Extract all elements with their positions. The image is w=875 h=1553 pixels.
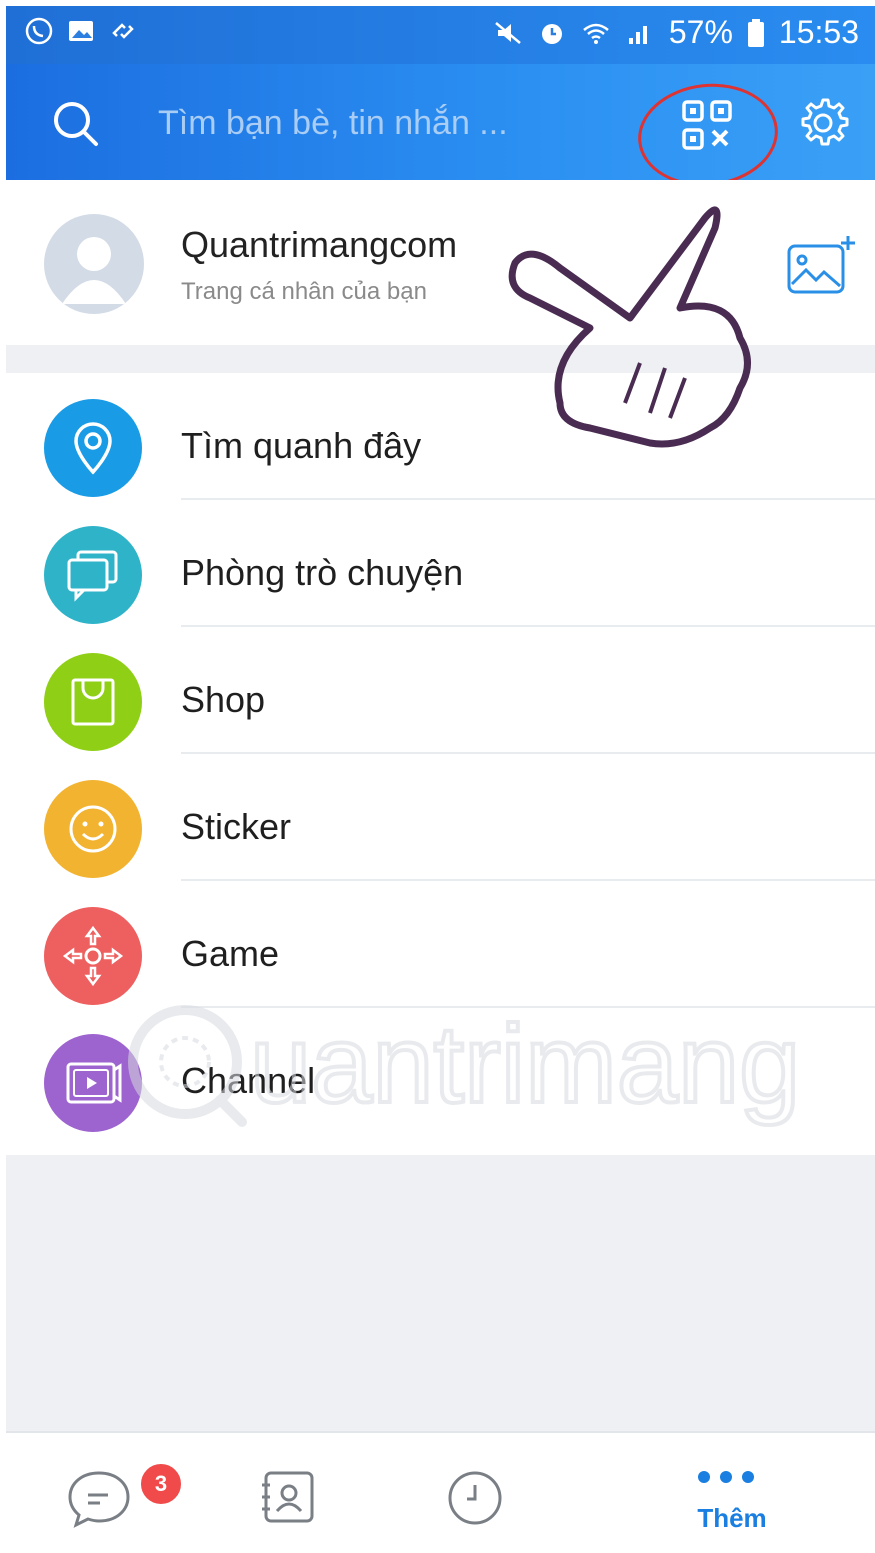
more-dots-icon — [698, 1471, 754, 1483]
wifi-icon — [583, 23, 609, 44]
alarm-icon — [541, 23, 562, 44]
tab-contacts[interactable] — [206, 1433, 376, 1553]
video-channel-icon — [44, 1034, 142, 1132]
menu-label: Tìm quanh đây — [181, 425, 422, 466]
battery-icon — [747, 18, 764, 47]
clock-icon — [448, 1471, 502, 1525]
smiley-icon — [44, 780, 142, 878]
profile-subtitle: Trang cá nhân của bạn — [181, 278, 427, 305]
menu-item-channel[interactable]: Channel — [6, 1008, 875, 1135]
battery-percent: 57% — [668, 14, 733, 50]
menu-label: Sticker — [181, 806, 292, 847]
shopping-bag-icon — [44, 653, 142, 751]
menu-label: Game — [181, 933, 280, 974]
default-avatar-icon — [62, 237, 126, 304]
status-bar-notifications — [24, 16, 138, 46]
menu-label: Phòng trò chuyện — [181, 552, 464, 593]
clock: 15:53 — [778, 14, 859, 50]
add-photo-icon[interactable] — [786, 234, 856, 296]
menu-item-game[interactable]: Game — [6, 881, 875, 1008]
status-bar: 57% 15:53 — [6, 6, 875, 64]
chat-room-icon — [44, 526, 142, 624]
location-pin-icon — [44, 399, 142, 497]
search-input[interactable] — [156, 92, 580, 154]
gear-icon[interactable] — [794, 94, 852, 152]
chat-bubble-icon — [68, 1471, 130, 1528]
gallery-icon — [69, 21, 93, 41]
annotation-circle — [633, 76, 783, 194]
empty-area — [6, 1155, 875, 1431]
signal-icon — [628, 25, 647, 44]
menu-item-shop[interactable]: Shop — [6, 627, 875, 754]
bottom-tab-bar: 3 Thêm — [6, 1431, 875, 1553]
section-separator — [6, 345, 875, 373]
gamepad-icon — [44, 907, 142, 1005]
link-icon — [112, 23, 134, 39]
contacts-icon — [262, 1471, 314, 1523]
search-icon[interactable] — [50, 98, 102, 150]
menu-item-sticker[interactable]: Sticker — [6, 754, 875, 881]
menu-item-nearby[interactable]: Tìm quanh đây — [6, 373, 875, 500]
profile-name: Quantrimangcom — [181, 224, 458, 265]
viber-icon — [25, 17, 53, 45]
unread-badge: 3 — [138, 1461, 184, 1507]
profile-row[interactable]: Quantrimangcom Trang cá nhân của bạn — [6, 180, 875, 345]
status-bar-system: 57% 15:53 — [493, 14, 859, 51]
tab-more[interactable] — [646, 1433, 836, 1553]
menu-label: Shop — [181, 679, 266, 720]
app-header — [6, 64, 875, 194]
menu-list: Tìm quanh đây Phòng trò chuyện Shop Stic… — [6, 373, 875, 1155]
tab-timeline[interactable] — [396, 1433, 566, 1553]
tab-messages[interactable]: 3 — [26, 1433, 196, 1553]
mute-icon — [495, 21, 521, 44]
avatar[interactable] — [44, 214, 144, 314]
tab-more-label: Thêm — [697, 1503, 767, 1533]
app-screen: 57% 15:53 Tìm bạn bè, tin nhắn ... Quant… — [0, 0, 875, 1553]
menu-label: Channel — [181, 1060, 316, 1101]
menu-item-chat-room[interactable]: Phòng trò chuyện — [6, 500, 875, 627]
